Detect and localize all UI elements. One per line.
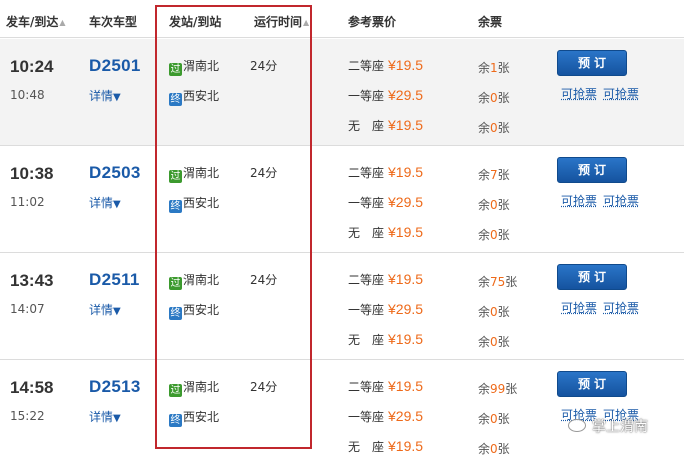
- from-station: 过渭南北: [169, 273, 220, 290]
- book-button[interactable]: 预订: [557, 264, 627, 290]
- terminal-station-badge-icon: 终: [169, 307, 182, 320]
- wechat-logo-icon: [568, 419, 586, 432]
- remaining-tickets: 余0张: [478, 305, 510, 319]
- train-number-link[interactable]: D2513: [89, 377, 141, 397]
- arrive-time: 15:22: [10, 409, 45, 423]
- detail-link[interactable]: 详情▼: [89, 408, 121, 425]
- book-button[interactable]: 预订: [557, 50, 627, 76]
- remaining-tickets: 余0张: [478, 121, 510, 135]
- triangle-down-icon: ▼: [113, 92, 121, 103]
- train-number-link[interactable]: D2511: [89, 270, 140, 290]
- duration: 24分: [250, 166, 278, 180]
- depart-time: 13:43: [10, 271, 54, 290]
- pass-station-badge-icon: 过: [169, 170, 182, 183]
- table-header: 发车/到达▲ 车次车型 发站/到站 运行时间▲ 参考票价 余票: [0, 0, 684, 38]
- to-station: 终西安北: [169, 410, 220, 427]
- arrive-time: 10:48: [10, 88, 45, 102]
- terminal-station-badge-icon: 终: [169, 414, 182, 427]
- duration: 24分: [250, 273, 278, 287]
- to-station: 终西安北: [169, 89, 220, 106]
- triangle-down-icon: ▼: [113, 413, 121, 424]
- to-station: 终西安北: [169, 196, 220, 213]
- triangle-down-icon: ▼: [113, 199, 121, 210]
- grab-ticket-link[interactable]: 可抢票: [561, 85, 597, 102]
- detail-link[interactable]: 详情▼: [89, 194, 121, 211]
- detail-link[interactable]: 详情▼: [89, 301, 121, 318]
- duration: 24分: [250, 59, 278, 73]
- remaining-tickets: 余0张: [478, 335, 510, 349]
- grab-ticket-link[interactable]: 可抢票: [603, 85, 639, 102]
- terminal-station-badge-icon: 终: [169, 93, 182, 106]
- seat-price: 二等座 ¥19.5: [348, 271, 424, 287]
- remaining-tickets: 余0张: [478, 442, 510, 455]
- depart-time: 14:58: [10, 378, 54, 397]
- seat-price: 一等座 ¥29.5: [348, 301, 424, 317]
- grab-ticket-link[interactable]: 可抢票: [561, 299, 597, 316]
- table-row: 10:24 10:48 D2501 详情▼ 过渭南北 终西安北 24分 二等座 ¥…: [0, 39, 684, 146]
- from-station: 过渭南北: [169, 166, 220, 183]
- sort-arrow-icon[interactable]: ▲: [59, 18, 65, 27]
- remaining-tickets: 余1张: [478, 61, 510, 75]
- from-station: 过渭南北: [169, 380, 220, 397]
- book-button[interactable]: 预订: [557, 371, 627, 397]
- depart-time: 10:38: [10, 164, 54, 183]
- depart-time: 10:24: [10, 57, 54, 76]
- table-row: 14:58 15:22 D2513 详情▼ 过渭南北 终西安北 24分 二等座 ¥…: [0, 360, 684, 455]
- sort-arrow-icon[interactable]: ▲: [303, 18, 309, 27]
- duration: 24分: [250, 380, 278, 394]
- seat-price: 一等座 ¥29.5: [348, 194, 424, 210]
- arrive-time: 14:07: [10, 302, 45, 316]
- seat-price: 二等座 ¥19.5: [348, 378, 424, 394]
- seat-price: 一等座 ¥29.5: [348, 87, 424, 103]
- remaining-tickets: 余0张: [478, 228, 510, 242]
- seat-price: 一等座 ¥29.5: [348, 408, 424, 424]
- seat-price: 无 座 ¥19.5: [348, 117, 424, 133]
- grab-ticket-link[interactable]: 可抢票: [603, 299, 639, 316]
- header-train-type: 车次车型: [89, 15, 138, 29]
- watermark: 掌上渭南: [568, 416, 648, 436]
- seat-price: 二等座 ¥19.5: [348, 57, 424, 73]
- remaining-tickets: 余7张: [478, 168, 510, 182]
- header-depart-arrive[interactable]: 发车/到达▲: [6, 13, 66, 30]
- header-duration[interactable]: 运行时间▲: [254, 13, 309, 30]
- remaining-tickets: 余99张: [478, 382, 518, 396]
- header-station: 发站/到站: [169, 15, 222, 29]
- remaining-tickets: 余0张: [478, 91, 510, 105]
- terminal-station-badge-icon: 终: [169, 200, 182, 213]
- seat-price: 无 座 ¥19.5: [348, 224, 424, 240]
- triangle-down-icon: ▼: [113, 306, 121, 317]
- detail-link[interactable]: 详情▼: [89, 87, 121, 104]
- pass-station-badge-icon: 过: [169, 277, 182, 290]
- remaining-tickets: 余0张: [478, 412, 510, 426]
- grab-ticket-link[interactable]: 可抢票: [561, 192, 597, 209]
- remaining-tickets: 余75张: [478, 275, 518, 289]
- pass-station-badge-icon: 过: [169, 63, 182, 76]
- table-row: 10:38 11:02 D2503 详情▼ 过渭南北 终西安北 24分 二等座 ¥…: [0, 146, 684, 253]
- header-remaining: 余票: [478, 15, 503, 29]
- table-row: 13:43 14:07 D2511 详情▼ 过渭南北 终西安北 24分 二等座 ¥…: [0, 253, 684, 360]
- seat-price: 无 座 ¥19.5: [348, 438, 424, 454]
- grab-ticket-link[interactable]: 可抢票: [603, 192, 639, 209]
- seat-price: 二等座 ¥19.5: [348, 164, 424, 180]
- book-button[interactable]: 预订: [557, 157, 627, 183]
- to-station: 终西安北: [169, 303, 220, 320]
- seat-price: 无 座 ¥19.5: [348, 331, 424, 347]
- from-station: 过渭南北: [169, 59, 220, 76]
- train-number-link[interactable]: D2503: [89, 163, 141, 183]
- arrive-time: 11:02: [10, 195, 45, 209]
- pass-station-badge-icon: 过: [169, 384, 182, 397]
- train-number-link[interactable]: D2501: [89, 56, 141, 76]
- header-price: 参考票价: [348, 15, 397, 29]
- remaining-tickets: 余0张: [478, 198, 510, 212]
